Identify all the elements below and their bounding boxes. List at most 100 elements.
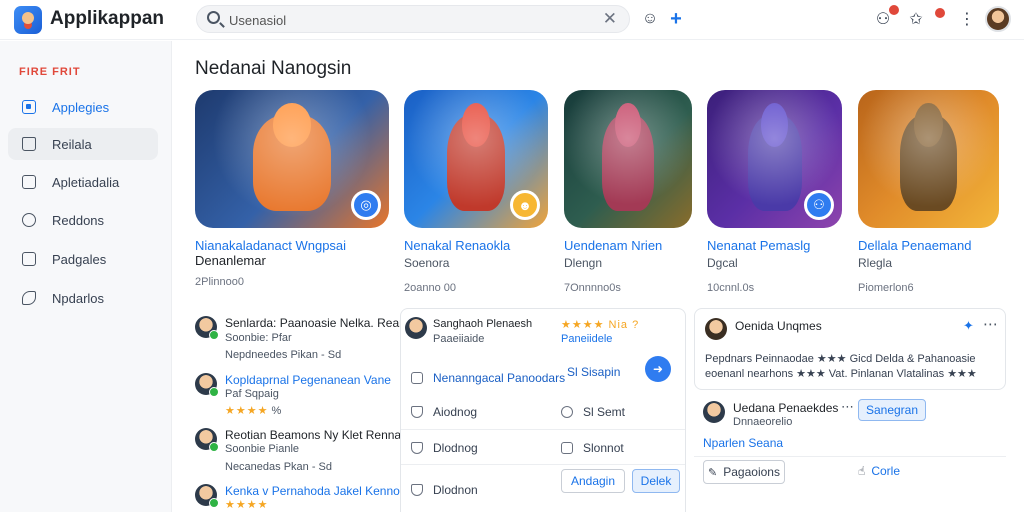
game-thumbnail[interactable]: ☻ [404, 90, 548, 228]
post-meta: Nepdneedes Pikan - Sd [225, 349, 342, 361]
see-more-link[interactable]: Nparlen Seana [703, 436, 783, 450]
game-thumbnail[interactable] [564, 90, 692, 228]
panel-header-rating: ★★★★ Nia ? [561, 318, 639, 331]
review-body-line: Pepdnars Peinnaodae ★★★ Gicd Delda & Pah… [705, 353, 976, 365]
sidebar-item-reddons[interactable]: Reddons [8, 204, 158, 236]
play-icon[interactable]: ◎ [351, 190, 381, 220]
game-card[interactable]: Dellala Penaemand Rlegla Piomerlon6 [858, 90, 999, 294]
review-body-line: eoenanl nearhons ★★★ Vat. Pinlanan Vlata… [705, 368, 977, 380]
panel-row[interactable]: Sl Semt [561, 405, 625, 419]
follow-button[interactable]: Sanegran [858, 399, 926, 421]
post-rating: ★★★★ % [225, 404, 281, 417]
panel-header-link[interactable]: Paneiidele [561, 333, 612, 345]
game-meta: 10cnnl.0s [707, 282, 755, 294]
like-icon [411, 406, 423, 418]
search-input[interactable] [229, 11, 589, 29]
game-card[interactable]: ☻ Nenakal Renaokla Soenora 2oanno 00 [404, 90, 548, 294]
game-thumbnail[interactable] [858, 90, 999, 228]
panel-row[interactable]: Nenanngacal Panoodars [411, 371, 565, 385]
emoji-icon[interactable]: ☻ [510, 190, 540, 220]
thumbnail-glow [858, 90, 999, 228]
row-action-label: Sl Sisapin [567, 365, 621, 379]
panel-row[interactable]: Dlodnog [411, 441, 478, 455]
sidebar-item-applegies[interactable]: Applegies [8, 91, 158, 123]
more-icon[interactable]: ⋯ [983, 315, 998, 333]
panel-row[interactable]: Slonnot [561, 441, 624, 455]
game-card[interactable]: ⚇ Nenanat Pemaslg Dgcal 10cnnl.0s [707, 90, 842, 294]
comment-action-label: Corle [871, 464, 900, 478]
sidebar-item-label: Reilala [52, 136, 92, 152]
game-card[interactable]: Uendenam Nrien Dlengn 7Onnnno0s [564, 90, 692, 294]
row-label: Dlodnon [433, 483, 478, 497]
notification-badge [889, 5, 899, 15]
avatar[interactable] [195, 428, 219, 452]
post-title[interactable]: Kenka v Pernahoda Jakel Kenno [225, 484, 400, 498]
avatar[interactable] [195, 484, 219, 508]
sidebar-item-npdarlos[interactable]: Npdarlos [8, 282, 158, 314]
avatar[interactable] [195, 373, 219, 397]
game-thumbnail[interactable]: ◎ [195, 90, 389, 228]
sidebar: FIRE FRIT Applegies Reilala Apletiadalia… [0, 41, 172, 512]
panel-row[interactable]: Aiodnog [411, 405, 477, 419]
avatar[interactable] [705, 318, 727, 340]
secondary-button[interactable]: Andagin [561, 469, 625, 493]
reviewer-name[interactable]: Oenida Unqmes [735, 319, 822, 333]
smile-icon[interactable]: ☺ [639, 8, 661, 30]
avatar[interactable] [405, 317, 427, 339]
game-name[interactable]: Nenakal Renaokla [404, 238, 548, 253]
badge-icon[interactable]: ⚇ [804, 190, 834, 220]
panel-row[interactable]: Dlodnon [411, 483, 478, 497]
game-name[interactable]: Nianakaladanact Wngpsai [195, 238, 389, 253]
divider [401, 429, 685, 430]
alerts-icon[interactable] [930, 8, 952, 30]
pages-button[interactable]: ✎ Pagaoions [703, 460, 785, 484]
section-title: Nedanai Nanogsin [195, 58, 352, 79]
like-icon [411, 484, 423, 496]
avatar[interactable] [195, 316, 219, 340]
post-title[interactable]: Senlarda: Paanoasie Nelka. Rean [225, 316, 406, 330]
game-name[interactable]: Uendenam Nrien [564, 238, 692, 253]
panel-row-action[interactable]: Sl Sisapin [567, 365, 620, 379]
user-avatar[interactable] [985, 6, 1011, 32]
game-card[interactable]: ◎ Nianakaladanact Wngpsai Denanlemar 2Pl… [195, 90, 389, 288]
post-title[interactable]: Reotian Beamons Ny Klet Renna [225, 428, 401, 442]
post-line: Soonbie: Pfar [225, 332, 292, 344]
game-meta: 2Plinnoo0 [195, 276, 244, 288]
game-thumbnail[interactable]: ⚇ [707, 90, 842, 228]
like-icon [411, 442, 423, 454]
game-meta: 7Onnnno0s [564, 282, 621, 294]
more-icon[interactable]: ⋮ [956, 8, 978, 30]
share-icon [561, 442, 573, 454]
edit-icon: ✎ [708, 466, 718, 479]
pin-icon[interactable]: ✩ [905, 8, 927, 30]
comment-action[interactable]: ☝ Corle [858, 464, 900, 478]
user-name[interactable]: Uedana Penaekdes [733, 401, 838, 415]
primary-button[interactable]: Delek [632, 469, 680, 493]
app-logo-icon[interactable] [14, 6, 42, 34]
rating-suffix: % [271, 405, 282, 417]
game-name[interactable]: Nenanat Pemaslg [707, 238, 842, 253]
notification-icon[interactable]: ⚇ [872, 5, 899, 30]
thumbnail-glow [564, 90, 692, 228]
game-meta: 2oanno 00 [404, 282, 456, 294]
divider [694, 456, 1006, 457]
avatar[interactable] [703, 401, 725, 423]
post-rating: ★★★★ [225, 498, 268, 511]
chart-icon [22, 252, 36, 266]
game-meta: Piomerlon6 [858, 282, 914, 294]
clear-search-icon[interactable]: ✕ [603, 9, 617, 29]
post-title[interactable]: Kopldaprnal Pegenanean Vane [225, 373, 391, 387]
comment-icon [561, 406, 573, 418]
review-card: Oenida Unqmes ✦ ⋯ Pepdnars Peinnaodae ★★… [694, 308, 1006, 390]
more-icon[interactable]: ⋯ [841, 399, 854, 415]
row-label: Aiodnog [433, 405, 478, 419]
sidebar-item-apletiadalia[interactable]: Apletiadalia [8, 166, 158, 198]
go-button[interactable]: ➜ [645, 356, 671, 382]
sidebar-item-padgales[interactable]: Padgales [8, 243, 158, 275]
sidebar-item-reilala[interactable]: Reilala [8, 128, 158, 160]
panel-header-title[interactable]: Sanghaoh Plenaesh [433, 318, 532, 330]
game-name[interactable]: Dellala Penaemand [858, 238, 999, 253]
activity-panel: Sanghaoh Plenaesh Paaeiiaide ★★★★ Nia ? … [400, 308, 686, 512]
add-icon[interactable]: + [665, 8, 687, 30]
search-box[interactable]: ✕ [196, 5, 630, 33]
